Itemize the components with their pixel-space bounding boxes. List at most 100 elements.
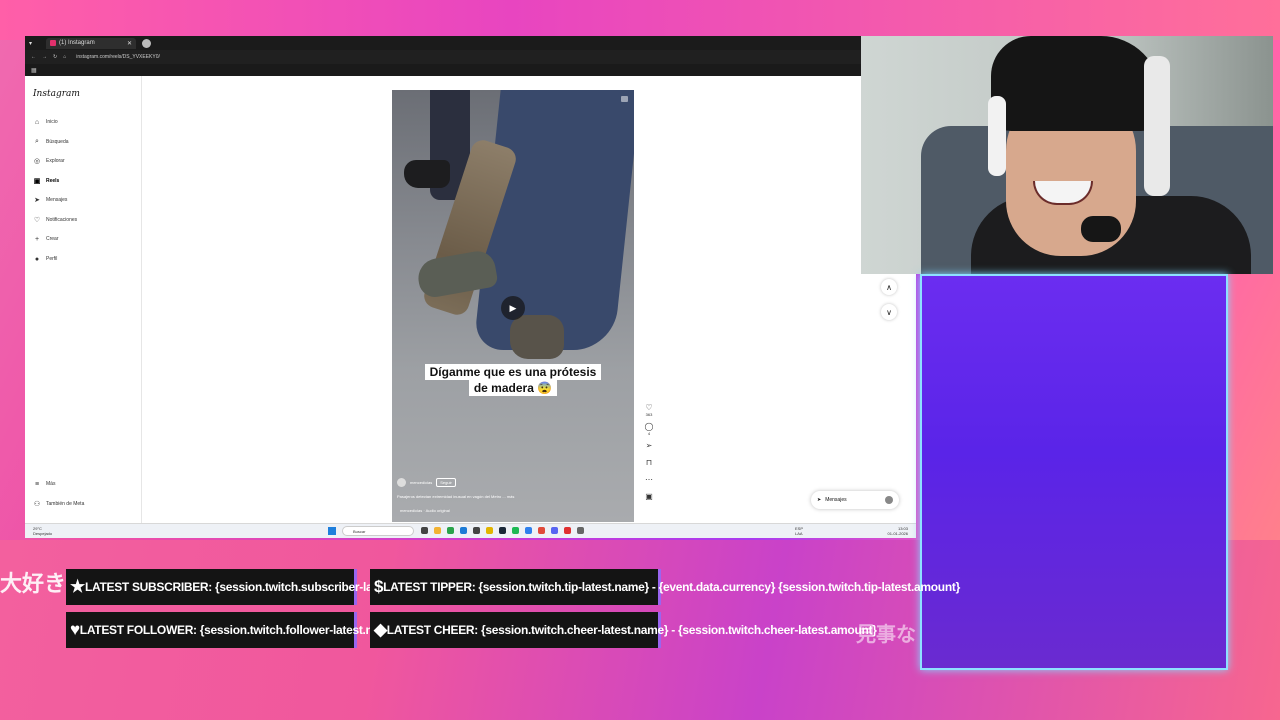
tab-title: (1) Instagram (59, 40, 95, 46)
plus-icon: + (34, 235, 40, 243)
forward-icon[interactable]: → (42, 54, 47, 60)
apps-icon[interactable]: ▦ (31, 67, 37, 74)
spotify-icon[interactable] (512, 527, 519, 534)
taskbar-clock[interactable]: 13:03 01-01-2026 (888, 526, 908, 536)
share-icon[interactable]: ➢ (646, 442, 653, 450)
reel-description[interactable]: Pasajeros detectan extremidad inusual en… (397, 494, 514, 499)
overlay-top-band (0, 0, 1280, 40)
steam-icon[interactable] (499, 527, 506, 534)
microphone-icon (1081, 216, 1121, 242)
latest-tipper-bar: $ LATEST TIPPER: {session.twitch.tip-lat… (370, 569, 960, 605)
profile-icon: ● (34, 255, 40, 263)
sidebar-item-label: Reels (46, 178, 60, 184)
sidebar-item-inicio[interactable]: ⌂ Inicio (33, 118, 58, 126)
weather-text: Despejado (33, 531, 53, 536)
reel-username[interactable]: mencedicias (410, 480, 432, 485)
latest-follower-text: LATEST FOLLOWER: {session.twitch.followe… (79, 623, 401, 637)
reload-icon[interactable]: ↻ (53, 54, 57, 60)
bookmark-icon[interactable]: ⊓ (646, 459, 652, 467)
reel-actions: ♡ 363 ◯ 4 ➢ ⊓ ⋯ ▣ (643, 404, 655, 501)
task-view-icon[interactable] (421, 527, 428, 534)
reel-audio[interactable]: mencedicias · Audio original (400, 508, 450, 513)
mute-icon[interactable] (621, 96, 628, 102)
chrome-icon[interactable] (486, 527, 493, 534)
edge-icon[interactable] (460, 527, 467, 534)
instagram-sidebar: Instagram ⌂ Inicio ⌕ Búsqueda ◎ Explorar… (25, 76, 142, 523)
home-icon: ⌂ (34, 118, 40, 126)
discord-icon[interactable] (551, 527, 558, 534)
play-icon[interactable]: ▶ (501, 296, 525, 320)
next-reel-button[interactable]: ∨ (881, 304, 897, 320)
latest-cheer-text: LATEST CHEER: {session.twitch.cheer-late… (386, 623, 877, 637)
system-tray[interactable]: ESP LAA (795, 526, 803, 536)
sidebar-item-label: Perfil (46, 256, 58, 262)
audio-thumbnail-icon[interactable]: ▣ (645, 493, 653, 501)
app-icon[interactable] (525, 527, 532, 534)
latest-cheer-bar: ◆ LATEST CHEER: {session.twitch.cheer-la… (370, 612, 877, 648)
search-icon: ⌕ (35, 138, 39, 145)
taskbar-search-input[interactable]: Buscar (342, 526, 414, 536)
back-icon[interactable]: ← (31, 54, 36, 60)
bookmarks-bar: ▦ (25, 64, 916, 76)
chat-panel-frame (920, 274, 1228, 670)
close-icon[interactable]: ✕ (127, 40, 132, 47)
sidebar-item-label: Mensajes (46, 197, 68, 203)
url-field[interactable]: instagram.com/reels/DS_YVXEEKY0/ (76, 54, 160, 60)
settings-icon[interactable] (577, 527, 584, 534)
sidebar-item-label: Crear (46, 236, 59, 242)
previous-reel-button[interactable]: ∧ (881, 279, 897, 295)
instagram-favicon-icon (50, 40, 57, 46)
avatar (885, 496, 893, 504)
windows-start-icon[interactable] (328, 527, 336, 535)
reel-user: mencedicias Seguir (397, 478, 456, 487)
webcam-feed (861, 36, 1273, 274)
comment-count: 4 (647, 431, 651, 436)
sidebar-item-perfil[interactable]: ● Perfil (33, 255, 58, 263)
messages-pill[interactable]: ➤ Mensajes (811, 491, 899, 509)
tab-menu-icon[interactable]: ▾ (29, 40, 32, 47)
browser-tab[interactable]: (1) Instagram ✕ (46, 37, 137, 49)
sidebar-item-mensajes[interactable]: ➤ Mensajes (33, 196, 67, 204)
app-icon[interactable] (564, 527, 571, 534)
messenger-icon: ➤ (817, 497, 822, 503)
messenger-icon: ➤ (34, 197, 40, 204)
new-tab-button[interactable] (142, 38, 152, 48)
sidebar-item-label: Notificaciones (46, 217, 78, 223)
app-icon[interactable] (447, 527, 454, 534)
reels-icon: ▣ (33, 178, 41, 185)
sidebar-item-explorar[interactable]: ◎ Explorar (33, 157, 65, 165)
clock-date: 01-01-2026 (887, 531, 908, 536)
video-shoe (510, 315, 564, 359)
home-icon[interactable]: ⌂ (63, 54, 66, 60)
heart-icon: ♡ (33, 217, 41, 224)
sidebar-item-mas[interactable]: ≡ Más (33, 480, 56, 488)
chevron-down-icon: ∨ (886, 307, 892, 317)
taskbar-apps (421, 527, 584, 534)
sidebar-item-meta[interactable]: ⚇ También de Meta (33, 500, 85, 508)
app-icon[interactable] (473, 527, 480, 534)
avatar[interactable] (397, 478, 406, 487)
compass-icon: ◎ (33, 158, 41, 165)
reel-video[interactable]: ▶ Díganme que es una prótesis de madera … (392, 90, 634, 522)
instagram-logo[interactable]: Instagram (33, 89, 80, 99)
comment-icon[interactable]: ◯ (645, 423, 654, 431)
latest-follower-bar: ♥ LATEST FOLLOWER: {session.twitch.follo… (66, 612, 400, 648)
more-icon[interactable]: ⋯ (645, 476, 653, 484)
overlay-japanese-text-left: 大好き (0, 572, 67, 597)
sidebar-item-notificaciones[interactable]: ♡ Notificaciones (33, 216, 77, 224)
like-count: 363 (645, 412, 653, 417)
dollar-icon: $ (374, 577, 384, 596)
sidebar-item-busqueda[interactable]: ⌕ Búsqueda (33, 138, 69, 146)
headset-icon (1144, 56, 1170, 196)
sidebar-item-reels[interactable]: ▣ Reels (33, 177, 60, 185)
like-icon[interactable]: ♡ (645, 404, 652, 412)
sidebar-item-label: Búsqueda (46, 139, 69, 145)
latest-subscriber-bar: ★ LATEST SUBSCRIBER: {session.twitch.sub… (66, 569, 430, 605)
weather-widget[interactable]: 29°C Despejado (33, 526, 52, 536)
sidebar-item-crear[interactable]: + Crear (33, 235, 59, 243)
file-explorer-icon[interactable] (434, 527, 441, 534)
address-bar-row: ← → ↻ ⌂ instagram.com/reels/DS_YVXEEKY0/ (25, 50, 916, 64)
app-icon[interactable] (538, 527, 545, 534)
follow-button[interactable]: Seguir (436, 478, 456, 487)
sidebar-item-label: También de Meta (46, 501, 85, 507)
